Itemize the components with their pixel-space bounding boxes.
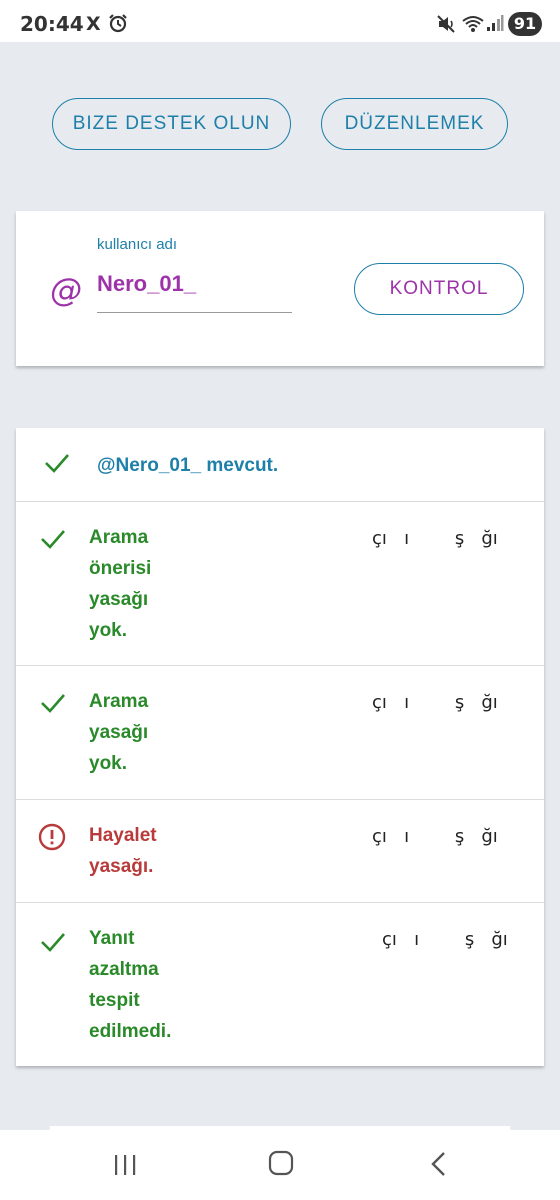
recent-apps-icon[interactable] (112, 1152, 138, 1183)
result-line: yasağı. (89, 856, 154, 877)
username-underline (97, 312, 292, 313)
status-bar: 20:44 X 91 (0, 0, 560, 42)
result-line: tespit (89, 990, 140, 1011)
result-line: Hayalet (89, 825, 157, 846)
result-line: yok. (89, 620, 128, 641)
status-time: 20:44 (20, 12, 84, 36)
result-row-search-suggestion: Arama önerisi yasağı yok. çı ı ş ğı (16, 502, 544, 666)
check-icon (40, 692, 66, 719)
result-extra-text: çı ı ş ğı (382, 929, 508, 950)
battery-indicator: 91 (508, 12, 542, 36)
result-row-reply-deboost: Yanıt azaltma tespit edilmedi. çı ı ş ğı (16, 903, 544, 1066)
result-line: edilmedi. (89, 1021, 172, 1042)
result-line: yok. (89, 753, 128, 774)
username-input[interactable]: Nero_01_ (97, 271, 196, 297)
result-line: önerisi (89, 558, 152, 579)
username-label: kullanıcı adı (97, 236, 178, 253)
result-extra-text: çı ı ş ğı (372, 528, 498, 549)
result-row-exists: @Nero_01_ mevcut. (16, 428, 544, 502)
results-card: @Nero_01_ mevcut. Arama önerisi yasağı y… (16, 428, 544, 1066)
home-icon[interactable] (268, 1150, 294, 1181)
at-icon: @ (50, 271, 82, 309)
navigation-bar (0, 1130, 560, 1200)
x-logo-icon: X (86, 13, 101, 35)
check-button[interactable]: KONTROL (354, 263, 524, 315)
back-icon[interactable] (428, 1150, 450, 1183)
result-line: yasağı (89, 722, 149, 743)
result-extra-text: çı ı ş ğı (372, 692, 498, 713)
error-icon (38, 823, 66, 856)
result-row-ghost: Hayalet yasağı. çı ı ş ğı (16, 800, 544, 903)
exists-text: @Nero_01_ mevcut. (97, 455, 279, 476)
result-line: Arama (89, 691, 149, 712)
edit-button[interactable]: DÜZENLEMEK (321, 98, 508, 150)
result-row-search: Arama yasağı yok. çı ı ş ğı (16, 666, 544, 800)
result-line: Arama (89, 527, 149, 548)
result-line: yasağı (89, 589, 149, 610)
mute-icon (436, 14, 456, 39)
wifi-icon (462, 14, 484, 39)
result-extra-text: çı ı ş ğı (372, 826, 498, 847)
support-button[interactable]: BIZE DESTEK OLUN (52, 98, 291, 150)
check-icon (44, 452, 70, 479)
result-line: Yanıt (89, 928, 135, 949)
alarm-icon (108, 13, 128, 38)
check-icon (40, 528, 66, 555)
username-card: @ kullanıcı adı Nero_01_ KONTROL (16, 211, 544, 366)
check-icon (40, 931, 66, 958)
result-line: azaltma (89, 959, 159, 980)
signal-icon (486, 14, 504, 37)
